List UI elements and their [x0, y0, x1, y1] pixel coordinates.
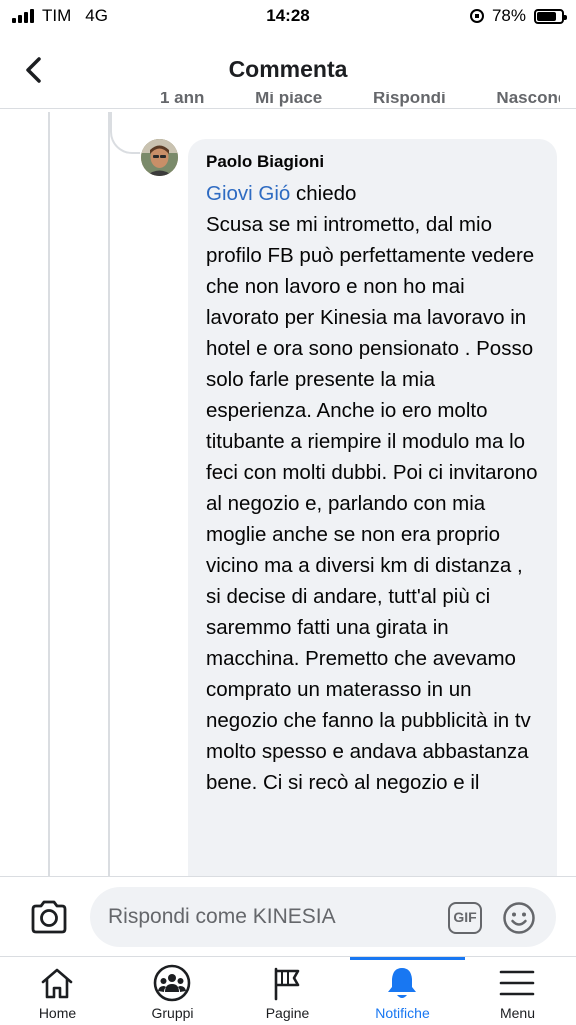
tab-home[interactable]: Home — [0, 957, 115, 1025]
mention-suffix: chiedo — [290, 182, 357, 205]
tab-home-label: Home — [38, 1005, 77, 1021]
mention-link[interactable]: Giovi Gió — [206, 182, 290, 205]
thread-line — [108, 112, 110, 882]
status-right: 78% — [469, 6, 567, 26]
previous-comment-actions: 1 ann Mi piace Rispondi Nascondi — [160, 92, 560, 110]
tab-pages-label: Pagine — [265, 1005, 310, 1021]
prev-timestamp: 1 ann — [160, 92, 205, 107]
avatar-image — [141, 139, 178, 176]
comment-bubble: Paolo Biagioni Giovi Gió chiedo Scusa se … — [188, 139, 557, 939]
reply-input[interactable]: Rispondi come KINESIA — [90, 887, 556, 947]
tab-groups-label: Gruppi — [151, 1005, 194, 1021]
reply-connector — [110, 112, 140, 154]
home-icon — [41, 968, 73, 999]
tab-groups[interactable]: Gruppi — [115, 957, 230, 1025]
status-bar: TIM 4G 14:28 78% — [0, 0, 576, 34]
tab-notifications[interactable]: Notifiche — [345, 957, 460, 1025]
prev-hide-button[interactable]: Nascondi — [496, 92, 560, 107]
battery-icon — [534, 8, 567, 24]
prev-like-button[interactable]: Mi piace — [255, 92, 322, 107]
avatar[interactable] — [141, 139, 178, 176]
groups-icon — [153, 964, 191, 1002]
menu-icon — [499, 970, 535, 996]
tab-pages[interactable]: Pagine — [230, 957, 345, 1025]
gif-icon[interactable]: GIF — [448, 902, 482, 934]
tab-menu-label: Menu — [499, 1005, 536, 1021]
camera-icon[interactable] — [28, 897, 70, 937]
page-title: Commenta — [228, 56, 348, 82]
comment-author[interactable]: Paolo Biagioni — [206, 152, 539, 172]
battery-percent: 78% — [491, 6, 526, 25]
comment-text: Giovi Gió chiedo Scusa se mi intrometto, … — [206, 178, 539, 798]
thread-line — [48, 112, 50, 882]
flag-icon — [274, 967, 300, 1001]
tab-menu[interactable]: Menu — [460, 957, 575, 1025]
tab-notifications-label: Notifiche — [375, 1005, 430, 1021]
prev-reply-button[interactable]: Rispondi — [373, 92, 446, 107]
reply-bar: Rispondi come KINESIA GIF — [0, 876, 576, 956]
tab-bar: Home Gruppi Pagine Notifiche Menu — [0, 956, 576, 1024]
bell-icon — [388, 968, 416, 998]
emoji-icon[interactable] — [502, 901, 536, 935]
comment-body: Scusa se mi intrometto, dal mio profilo … — [206, 213, 538, 794]
rotation-lock-icon — [469, 9, 484, 23]
